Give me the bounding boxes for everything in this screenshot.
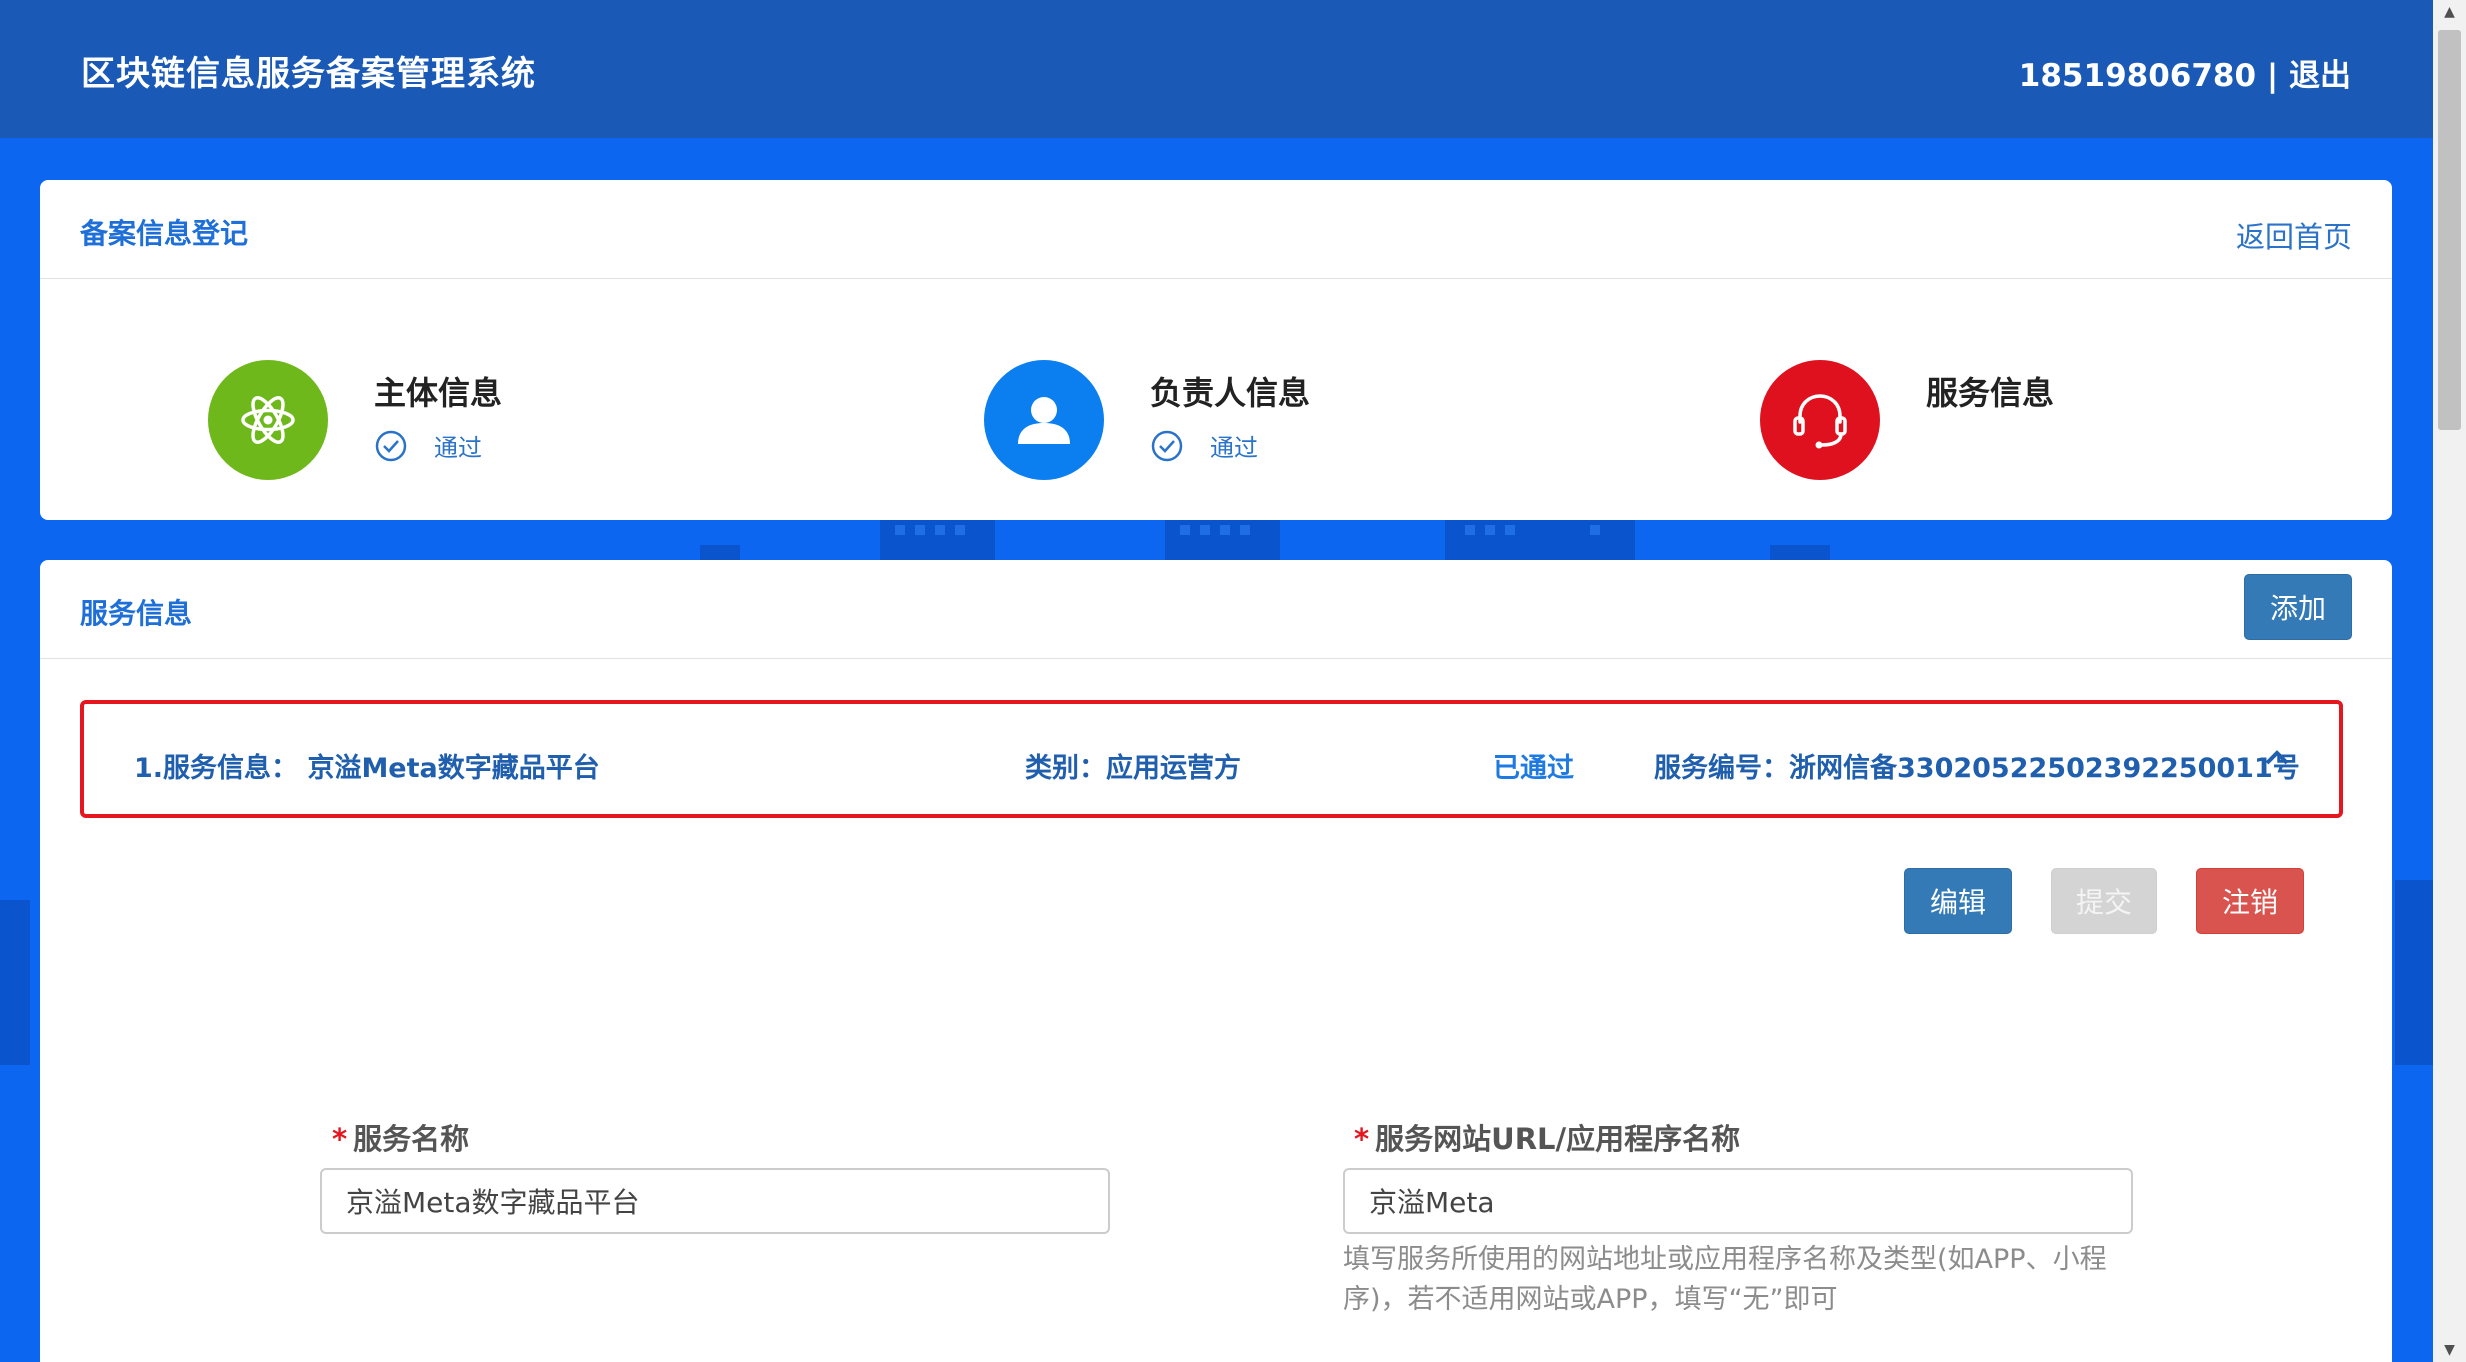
required-mark: *: [1354, 1122, 1370, 1156]
step-person-circle: [984, 360, 1104, 480]
user-separator: |: [2266, 58, 2279, 94]
registration-card-header: 备案信息登记 返回首页: [40, 180, 2392, 279]
service-number: 服务编号：浙网信备33020522502392250011号: [1654, 753, 2300, 784]
scroll-up-arrow-icon[interactable]: ▲: [2433, 0, 2466, 24]
step-subject-status-text: 通过: [434, 434, 482, 462]
check-circle-icon: [1151, 430, 1183, 461]
service-category: 类别：应用运营方: [1025, 753, 1241, 784]
required-mark: *: [332, 1122, 348, 1156]
step-person-status: 通过: [1150, 428, 1258, 463]
service-status: 已通过: [1493, 753, 1574, 784]
step-person-label: 负责人信息: [1150, 374, 1311, 412]
service-name-label: * 服务名称: [332, 1116, 469, 1158]
submit-button[interactable]: 提交: [2051, 868, 2157, 934]
service-url-input[interactable]: 京溢Meta: [1343, 1168, 2133, 1234]
service-name-input[interactable]: 京溢Meta数字藏品平台: [320, 1168, 1110, 1234]
atom-icon: [241, 396, 295, 444]
service-card: 服务信息 添加 1.服务信息： 京溢Meta数字藏品平台 类别：应用运营方 已通…: [40, 560, 2392, 1362]
scroll-down-arrow-icon[interactable]: ▼: [2433, 1338, 2466, 1362]
user-area: 18519806780 | 退出: [2019, 50, 2351, 95]
service-url-help-text: 填写服务所使用的网站地址或应用程序名称及类型(如APP、小程序)，若不适用网站或…: [1343, 1244, 2107, 1315]
service-card-header: 服务信息 添加: [40, 560, 2392, 659]
service-card-title: 服务信息: [80, 597, 193, 630]
step-subject-circle: [208, 360, 328, 480]
step-service-label: 服务信息: [1926, 374, 2055, 412]
step-person-status-text: 通过: [1210, 434, 1258, 462]
edit-button[interactable]: 编辑: [1904, 868, 2012, 934]
step-person-info[interactable]: 负责人信息 通过: [984, 360, 1310, 480]
service-info-text: 1.服务信息： 京溢Meta数字藏品平台: [134, 753, 600, 784]
service-name-label-text: 服务名称: [353, 1122, 470, 1156]
registration-card: 备案信息登记 返回首页 主体信息 通过 负责人信息 通过 服务信息: [40, 180, 2392, 520]
person-icon: [1018, 397, 1070, 444]
chevron-up-icon[interactable]: [2263, 744, 2291, 772]
app-title: 区块链信息服务备案管理系统: [81, 54, 536, 94]
service-url-label: * 服务网站URL/应用程序名称: [1354, 1116, 1740, 1158]
add-button[interactable]: 添加: [2244, 574, 2352, 640]
step-subject-label: 主体信息: [374, 374, 503, 412]
cancel-registration-button[interactable]: 注销: [2196, 868, 2304, 934]
step-subject-info[interactable]: 主体信息 通过: [208, 360, 502, 480]
logout-link[interactable]: 退出: [2289, 58, 2351, 94]
step-service-info[interactable]: 服务信息: [1760, 360, 2054, 480]
service-row[interactable]: 1.服务信息： 京溢Meta数字藏品平台 类别：应用运营方 已通过 服务编号：浙…: [80, 700, 2343, 818]
registration-title: 备案信息登记: [80, 217, 249, 250]
check-circle-icon: [375, 430, 407, 461]
scroll-thumb[interactable]: [2438, 30, 2461, 430]
back-home-link[interactable]: 返回首页: [2236, 214, 2352, 256]
page-scrollbar[interactable]: ▲ ▼: [2433, 0, 2466, 1362]
top-navigation-bar: 区块链信息服务备案管理系统 18519806780 | 退出: [0, 0, 2433, 138]
step-service-circle: [1760, 360, 1880, 480]
step-subject-status: 通过: [374, 428, 482, 463]
headset-icon: [1793, 394, 1847, 449]
service-url-label-text: 服务网站URL/应用程序名称: [1375, 1122, 1741, 1156]
user-phone: 18519806780: [2018, 58, 2257, 94]
